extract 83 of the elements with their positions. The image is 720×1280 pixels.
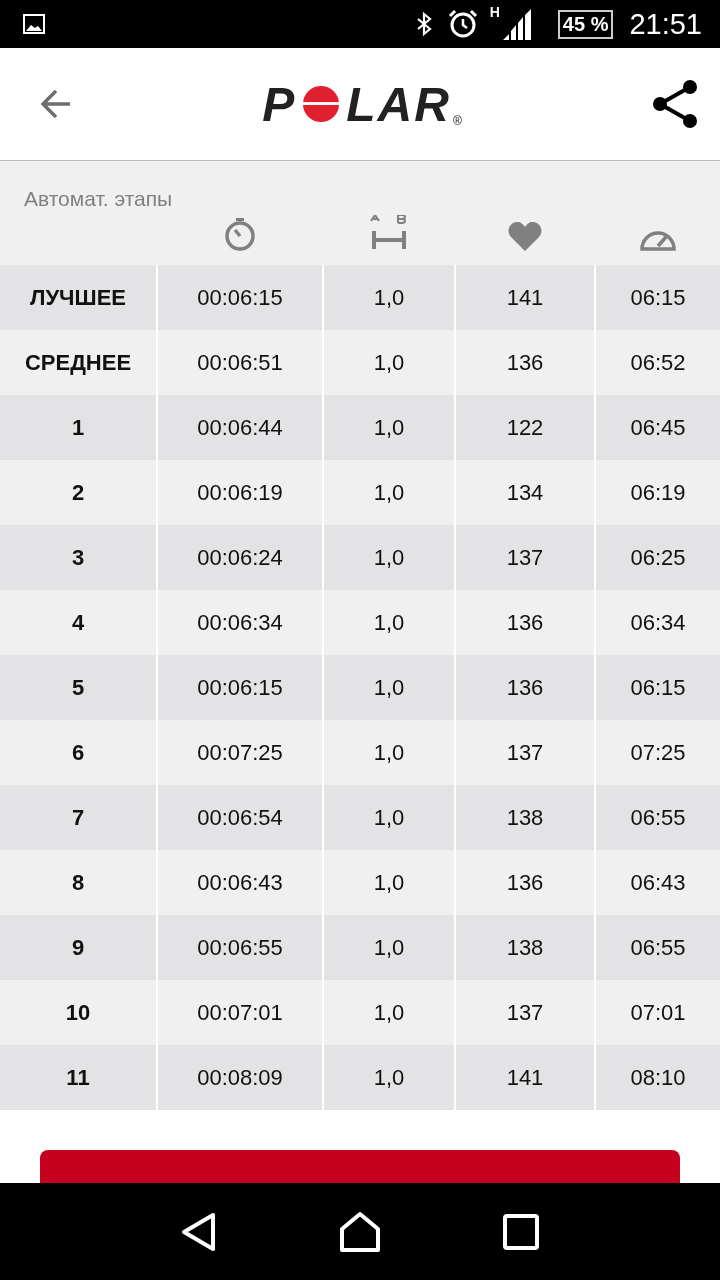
table-cell: 1,0 [324, 1045, 454, 1110]
table-cell: 141 [456, 265, 594, 330]
signal-icon [501, 8, 532, 40]
table-cell: 06:15 [596, 265, 720, 330]
home-icon[interactable] [339, 1210, 381, 1253]
table-cell: 08:10 [596, 1045, 720, 1110]
table-cell: 8 [0, 850, 156, 915]
table-cell: 00:08:09 [158, 1045, 322, 1110]
section-title: Автомат. этапы [23, 187, 174, 211]
table-cell: 1,0 [324, 915, 454, 980]
table-cell: 06:43 [596, 850, 720, 915]
table-cell: 00:06:24 [158, 525, 322, 590]
table-cell: 1,0 [324, 265, 454, 330]
table-cell: 1,0 [324, 395, 454, 460]
table-cell: 137 [456, 720, 594, 785]
recents-icon[interactable] [503, 1213, 539, 1250]
table-cell: 06:45 [596, 395, 720, 460]
table-cell: 7 [0, 785, 156, 850]
table-cell: 138 [456, 915, 594, 980]
gallery-icon [22, 12, 46, 36]
table-cell: 136 [456, 850, 594, 915]
table-cell: 136 [456, 655, 594, 720]
clock: 21:51 [629, 7, 702, 41]
table-cell: СРЕДНЕЕ [0, 330, 156, 395]
table-cell: 1,0 [324, 785, 454, 850]
table-cell: 00:06:15 [158, 265, 322, 330]
table-cell: 00:06:15 [158, 655, 322, 720]
table-cell: 122 [456, 395, 594, 460]
table-cell: 06:15 [596, 655, 720, 720]
table-cell: 07:01 [596, 980, 720, 1045]
table-cell: 1,0 [324, 850, 454, 915]
table-cell: 1,0 [324, 590, 454, 655]
table-cell: 137 [456, 525, 594, 590]
table-cell: 141 [456, 1045, 594, 1110]
table-cell: 06:55 [596, 785, 720, 850]
table-cell: 3 [0, 525, 156, 590]
logo-text: LAR [346, 76, 451, 132]
table-cell: 00:06:51 [158, 330, 322, 395]
logo-circle-icon [302, 85, 341, 123]
table-cell: 5 [0, 655, 156, 720]
stopwatch-icon [223, 217, 257, 251]
alarm-icon [447, 9, 478, 39]
distance-icon [369, 215, 409, 251]
table-cell: 1,0 [324, 720, 454, 785]
logo-text: P [262, 76, 297, 132]
table-cell: 138 [456, 785, 594, 850]
table-cell: 2 [0, 460, 156, 525]
registered-mark: ® [452, 113, 462, 128]
network-type: H [489, 4, 500, 20]
table-cell: 11 [0, 1045, 156, 1110]
table-cell: 1,0 [324, 980, 454, 1045]
table-cell: 9 [0, 915, 156, 980]
table-cell: 1,0 [324, 330, 454, 395]
table-cell: 00:06:44 [158, 395, 322, 460]
table-cell: 1 [0, 395, 156, 460]
table-cell: 1,0 [324, 655, 454, 720]
battery-indicator: 45 % [557, 9, 614, 39]
table-cell: ЛУЧШЕЕ [0, 265, 156, 330]
table-cell: 6 [0, 720, 156, 785]
table-cell: 136 [456, 590, 594, 655]
heart-icon [508, 221, 542, 251]
table-cell: 06:52 [596, 330, 720, 395]
table-cell: 00:06:34 [158, 590, 322, 655]
table-cell: 00:07:01 [158, 980, 322, 1045]
table-cell: 4 [0, 590, 156, 655]
table-cell: 10 [0, 980, 156, 1045]
table-cell: 00:06:54 [158, 785, 322, 850]
table-cell: 00:06:43 [158, 850, 322, 915]
table-cell: 1,0 [324, 460, 454, 525]
table-cell: 136 [456, 330, 594, 395]
share-icon[interactable] [650, 79, 700, 129]
table-cell: 134 [456, 460, 594, 525]
table-cell: 00:06:55 [158, 915, 322, 980]
table-cell: 06:55 [596, 915, 720, 980]
table-cell: 06:19 [596, 460, 720, 525]
table-cell: 00:06:19 [158, 460, 322, 525]
table-cell: 06:25 [596, 525, 720, 590]
table-cell: 06:34 [596, 590, 720, 655]
table-cell: 07:25 [596, 720, 720, 785]
back-nav-icon[interactable] [181, 1211, 217, 1252]
table-cell: 137 [456, 980, 594, 1045]
table-cell: 00:07:25 [158, 720, 322, 785]
table-cell: 1,0 [324, 525, 454, 590]
